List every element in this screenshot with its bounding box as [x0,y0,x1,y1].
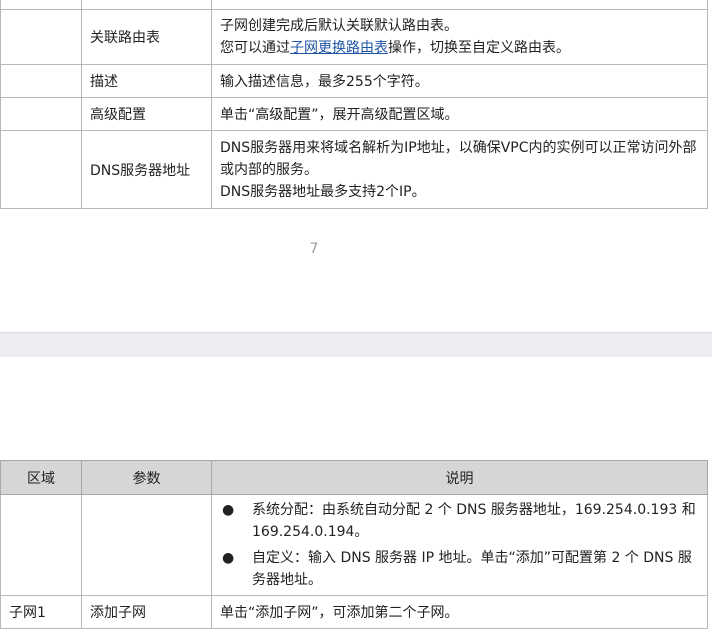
column-header-region: 区域 [0,460,82,495]
param-description: 单击“高级配置”，展开高级配置区域。 [211,97,708,131]
description-line: DNS服务器地址最多支持2个IP。 [220,183,426,200]
table-row: ● 系统分配：由系统自动分配 2 个 DNS 服务器地址，169.254.0.19… [0,494,708,596]
dns-option-list: ● 系统分配：由系统自动分配 2 个 DNS 服务器地址，169.254.0.19… [220,499,699,591]
page-break-divider [0,332,712,357]
description-line: 您可以通过子网更换路由表操作，切换至自定义路由表。 [220,40,570,56]
param-description: 单击“添加子网”，可添加第二个子网。 [211,595,708,629]
parameter-table-bottom: 区域 参数 说明 ● 系统分配：由系统自动分配 2 个 DNS 服务器地址，169… [0,460,708,629]
page-number: 7 [309,241,319,257]
param-description: 子网创建完成后默认关联默认路由表。 您可以通过子网更换路由表操作，切换至自定义路… [211,9,708,65]
route-table-change-link[interactable]: 子网更换路由表 [290,40,388,56]
table-header-row: 区域 参数 说明 [0,460,708,495]
description-line: 子网创建完成后默认关联默认路由表。 [220,18,458,34]
bullet-icon: ● [222,550,235,566]
param-name: 关联路由表 [81,9,212,65]
table-row: 子网1 添加子网 单击“添加子网”，可添加第二个子网。 [0,595,708,629]
list-item: ● 系统分配：由系统自动分配 2 个 DNS 服务器地址，169.254.0.19… [220,499,699,543]
parameter-table-top: 关联路由表 子网创建完成后默认关联默认路由表。 您可以通过子网更换路由表操作，切… [0,0,708,209]
column-header-param: 参数 [81,460,212,495]
param-description: DNS服务器用来将域名解析为IP地址，以确保VPC内的实例可以正常访问外部或内部… [211,130,708,209]
param-name: 描述 [81,64,212,98]
param-name: 添加子网 [81,595,212,629]
param-description: ● 系统分配：由系统自动分配 2 个 DNS 服务器地址，169.254.0.19… [211,494,708,596]
param-description: 输入描述信息，最多255个字符。 [211,64,708,98]
param-name: DNS服务器地址 [81,130,212,209]
table-row [0,0,708,10]
bullet-icon: ● [222,502,235,518]
column-header-description: 说明 [211,460,708,495]
description-line: DNS服务器用来将域名解析为IP地址，以确保VPC内的实例可以正常访问外部或内部… [220,139,697,178]
table-row: DNS服务器地址 DNS服务器用来将域名解析为IP地址，以确保VPC内的实例可以… [0,130,708,209]
param-name: 高级配置 [81,97,212,131]
table-row: 高级配置 单击“高级配置”，展开高级配置区域。 [0,97,708,131]
table-row: 关联路由表 子网创建完成后默认关联默认路由表。 您可以通过子网更换路由表操作，切… [0,9,708,65]
region-name: 子网1 [0,595,82,629]
list-item: ● 自定义：输入 DNS 服务器 IP 地址。单击“添加”可配置第 2 个 DNS… [220,547,699,591]
table-row: 描述 输入描述信息，最多255个字符。 [0,64,708,98]
